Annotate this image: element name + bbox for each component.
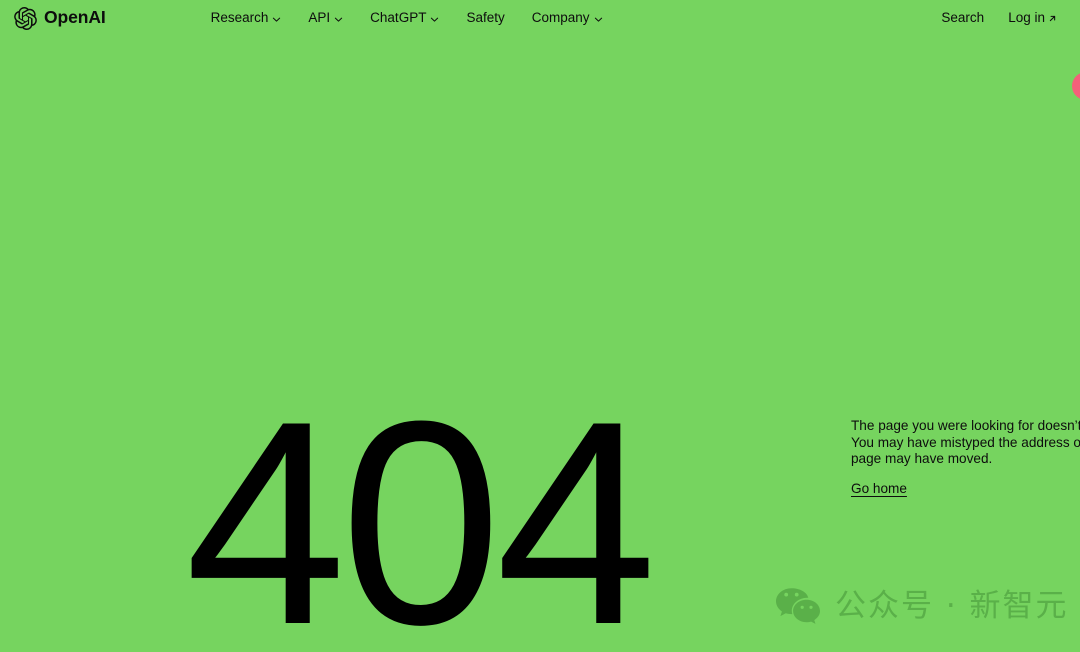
nav-item-company[interactable]: Company bbox=[532, 11, 603, 25]
brand-logo[interactable]: OpenAI bbox=[14, 6, 106, 30]
nav-item-api[interactable]: API bbox=[308, 11, 343, 25]
header-actions: Search Log in Try ChatGPT bbox=[941, 5, 1080, 32]
arrow-up-right-icon bbox=[1048, 14, 1057, 23]
error-message: The page you were looking for doesn’t ex… bbox=[851, 418, 1080, 467]
nav-item-research[interactable]: Research bbox=[211, 11, 282, 25]
nav-item-label: Research bbox=[210, 10, 269, 26]
chevron-down-icon bbox=[430, 15, 439, 24]
page-root: OpenAI Research API ChatGPT Safety Compa… bbox=[0, 0, 1080, 652]
login-label: Log in bbox=[1008, 10, 1045, 26]
nav-item-label: Company bbox=[531, 10, 590, 26]
nav-item-label: ChatGPT bbox=[370, 10, 427, 26]
brand-name: OpenAI bbox=[44, 7, 106, 28]
error-code: 404 bbox=[185, 361, 657, 652]
openai-knot-icon bbox=[14, 6, 37, 30]
primary-nav: Research API ChatGPT Safety Company bbox=[211, 11, 603, 25]
main-content: 404 The page you were looking for doesn’… bbox=[0, 0, 1080, 652]
nav-item-label: API bbox=[308, 10, 331, 26]
error-copy: The page you were looking for doesn’t ex… bbox=[851, 418, 1080, 498]
go-home-link[interactable]: Go home bbox=[851, 481, 907, 497]
chevron-down-icon bbox=[272, 15, 281, 24]
nav-item-safety[interactable]: Safety bbox=[466, 11, 504, 25]
search-link[interactable]: Search bbox=[941, 11, 984, 25]
chevron-down-icon bbox=[334, 15, 343, 24]
nav-item-label: Safety bbox=[466, 10, 505, 26]
nav-item-chatgpt[interactable]: ChatGPT bbox=[370, 11, 439, 25]
chevron-down-icon bbox=[594, 15, 603, 24]
login-link[interactable]: Log in bbox=[1008, 11, 1057, 25]
site-header: OpenAI Research API ChatGPT Safety Compa… bbox=[0, 0, 1080, 36]
search-label: Search bbox=[941, 10, 985, 26]
